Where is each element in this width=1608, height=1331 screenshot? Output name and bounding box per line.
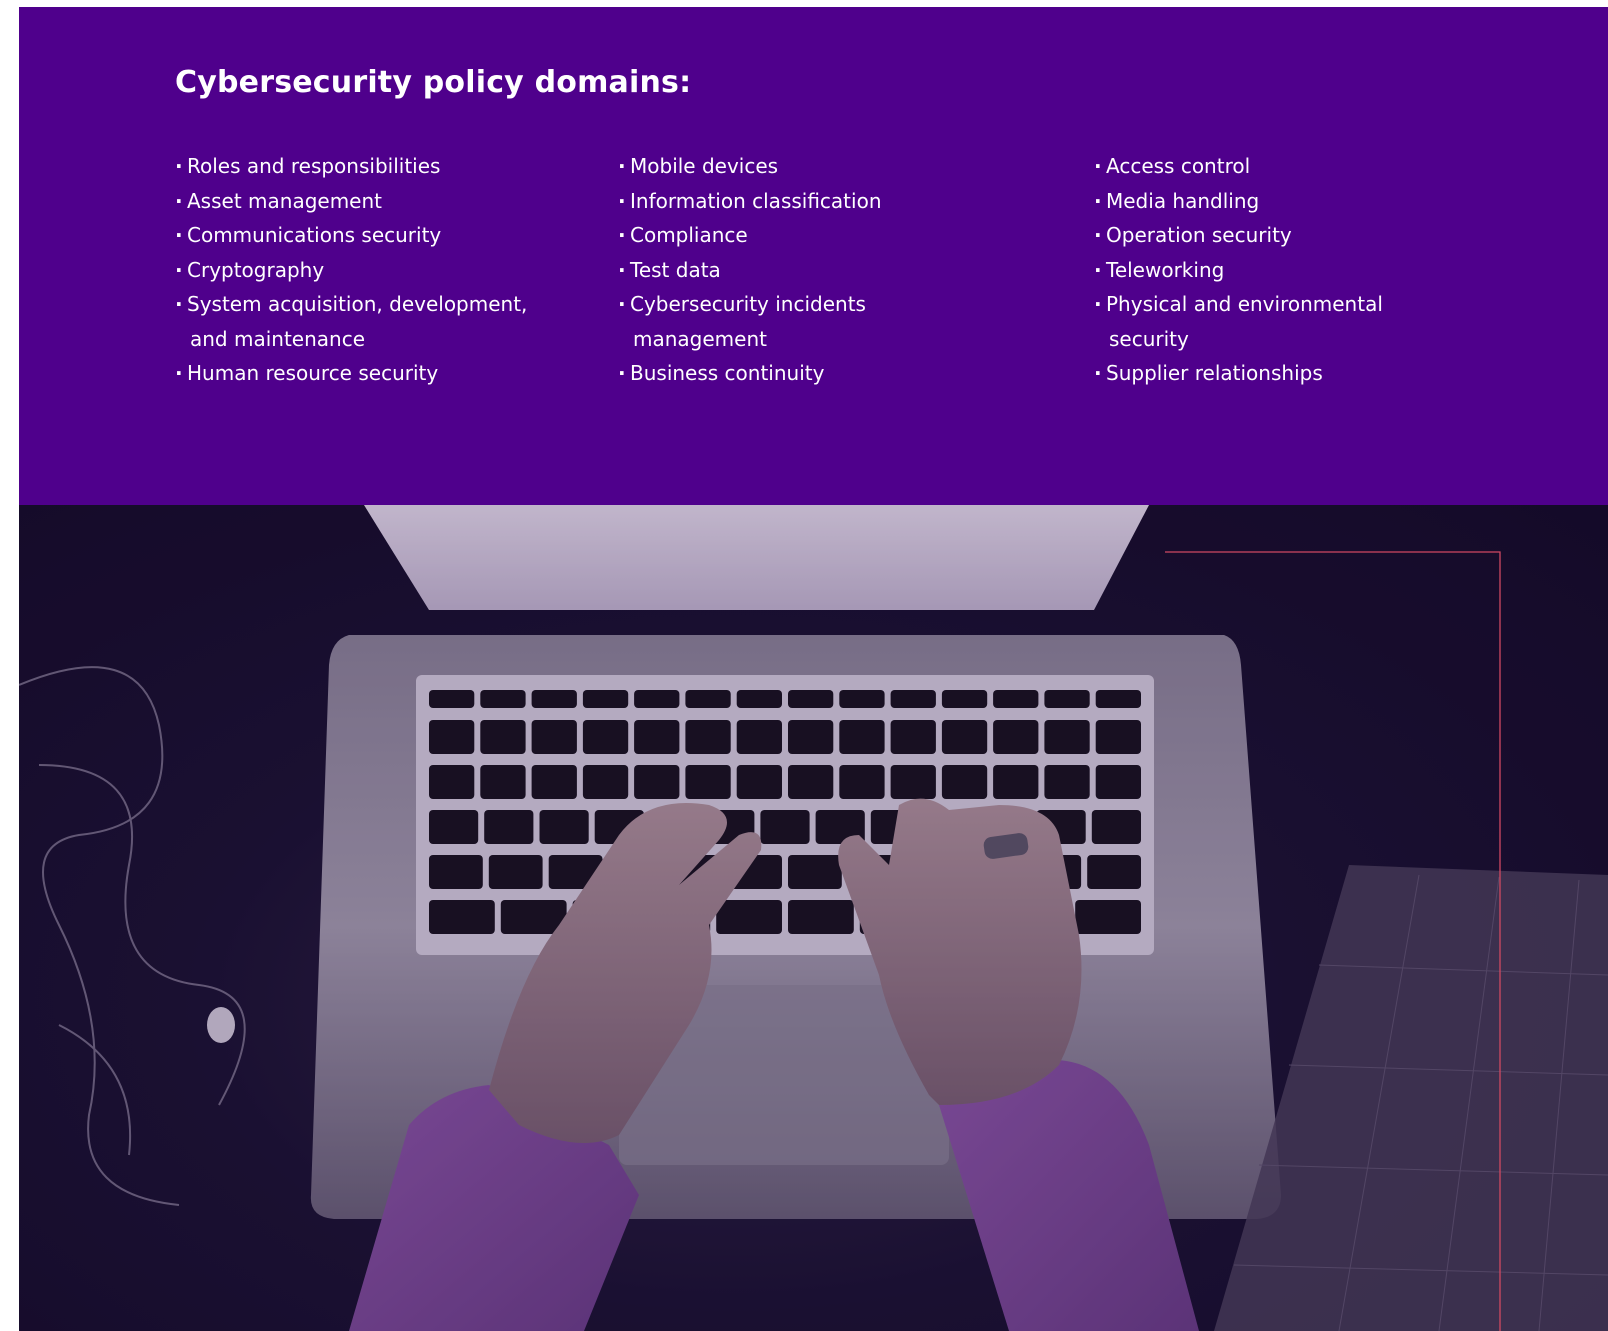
photo-illustration bbox=[19, 505, 1608, 1331]
domain-item-text: Teleworking bbox=[1106, 257, 1225, 282]
domain-item: Roles and responsibilities bbox=[175, 149, 527, 184]
domain-item-text: System acquisition, development, bbox=[187, 292, 528, 316]
domain-item: Physical and environmental security bbox=[1094, 287, 1383, 356]
domain-item-text: Operation security bbox=[1106, 223, 1292, 247]
domain-item-text: Mobile devices bbox=[630, 154, 779, 178]
domain-item: Communications security bbox=[175, 218, 527, 253]
domain-item-text: Communications security bbox=[187, 223, 442, 247]
domain-item: Operation security bbox=[1094, 218, 1383, 253]
domain-item: Access control bbox=[1094, 149, 1383, 184]
domain-item: Media handling bbox=[1094, 184, 1383, 219]
domains-column-1: Roles and responsibilities Asset manageme… bbox=[175, 149, 527, 391]
domain-item: Test data bbox=[618, 253, 882, 288]
domain-item-text: Cybersecurity incidents bbox=[630, 292, 866, 316]
domain-item-text: Business continuity bbox=[630, 361, 825, 385]
domain-item: Business continuity bbox=[618, 356, 882, 391]
domain-item-text: Media handling bbox=[1106, 188, 1260, 213]
domain-item-text-continued: and maintenance bbox=[190, 326, 366, 351]
domain-item-text: Asset management bbox=[187, 188, 382, 213]
domain-item-text: Test data bbox=[630, 257, 721, 282]
domain-item: Information classification bbox=[618, 184, 882, 219]
domain-item: System acquisition, development, and main… bbox=[175, 287, 527, 356]
domain-item-text: Supplier relationships bbox=[1106, 361, 1323, 385]
domains-column-2: Mobile devices Information classification… bbox=[618, 149, 882, 391]
page: Cybersecurity policy domains: Roles and … bbox=[19, 7, 1608, 1331]
domain-item-text: Human resource security bbox=[187, 361, 439, 385]
domain-item: Compliance bbox=[618, 218, 882, 253]
domain-item-text: Physical and environmental bbox=[1106, 292, 1383, 316]
domain-item: Human resource security bbox=[175, 356, 527, 391]
domain-item-text: Information classification bbox=[630, 188, 882, 213]
panel-heading: Cybersecurity policy domains: bbox=[175, 65, 692, 100]
domain-item: Mobile devices bbox=[618, 149, 882, 184]
laptop-typing-photo bbox=[19, 505, 1608, 1331]
domain-item-text: Compliance bbox=[630, 223, 748, 247]
domain-item: Cybersecurity incidents management bbox=[618, 287, 882, 356]
domain-item: Supplier relationships bbox=[1094, 356, 1383, 391]
domain-item: Teleworking bbox=[1094, 253, 1383, 288]
domain-item-text: Cryptography bbox=[187, 257, 325, 282]
domains-column-3: Access control Media handling Operation se… bbox=[1094, 149, 1383, 391]
domain-item: Cryptography bbox=[175, 253, 527, 288]
domain-item-text-continued: security bbox=[1109, 326, 1189, 351]
domain-item-text-continued: management bbox=[633, 326, 767, 351]
domain-item-text: Access control bbox=[1106, 154, 1251, 178]
domain-item-text: Roles and responsibilities bbox=[187, 154, 441, 178]
domain-item: Asset management bbox=[175, 184, 527, 219]
photo-tint bbox=[19, 505, 1608, 1331]
policy-domains-panel: Cybersecurity policy domains: Roles and … bbox=[19, 7, 1608, 505]
